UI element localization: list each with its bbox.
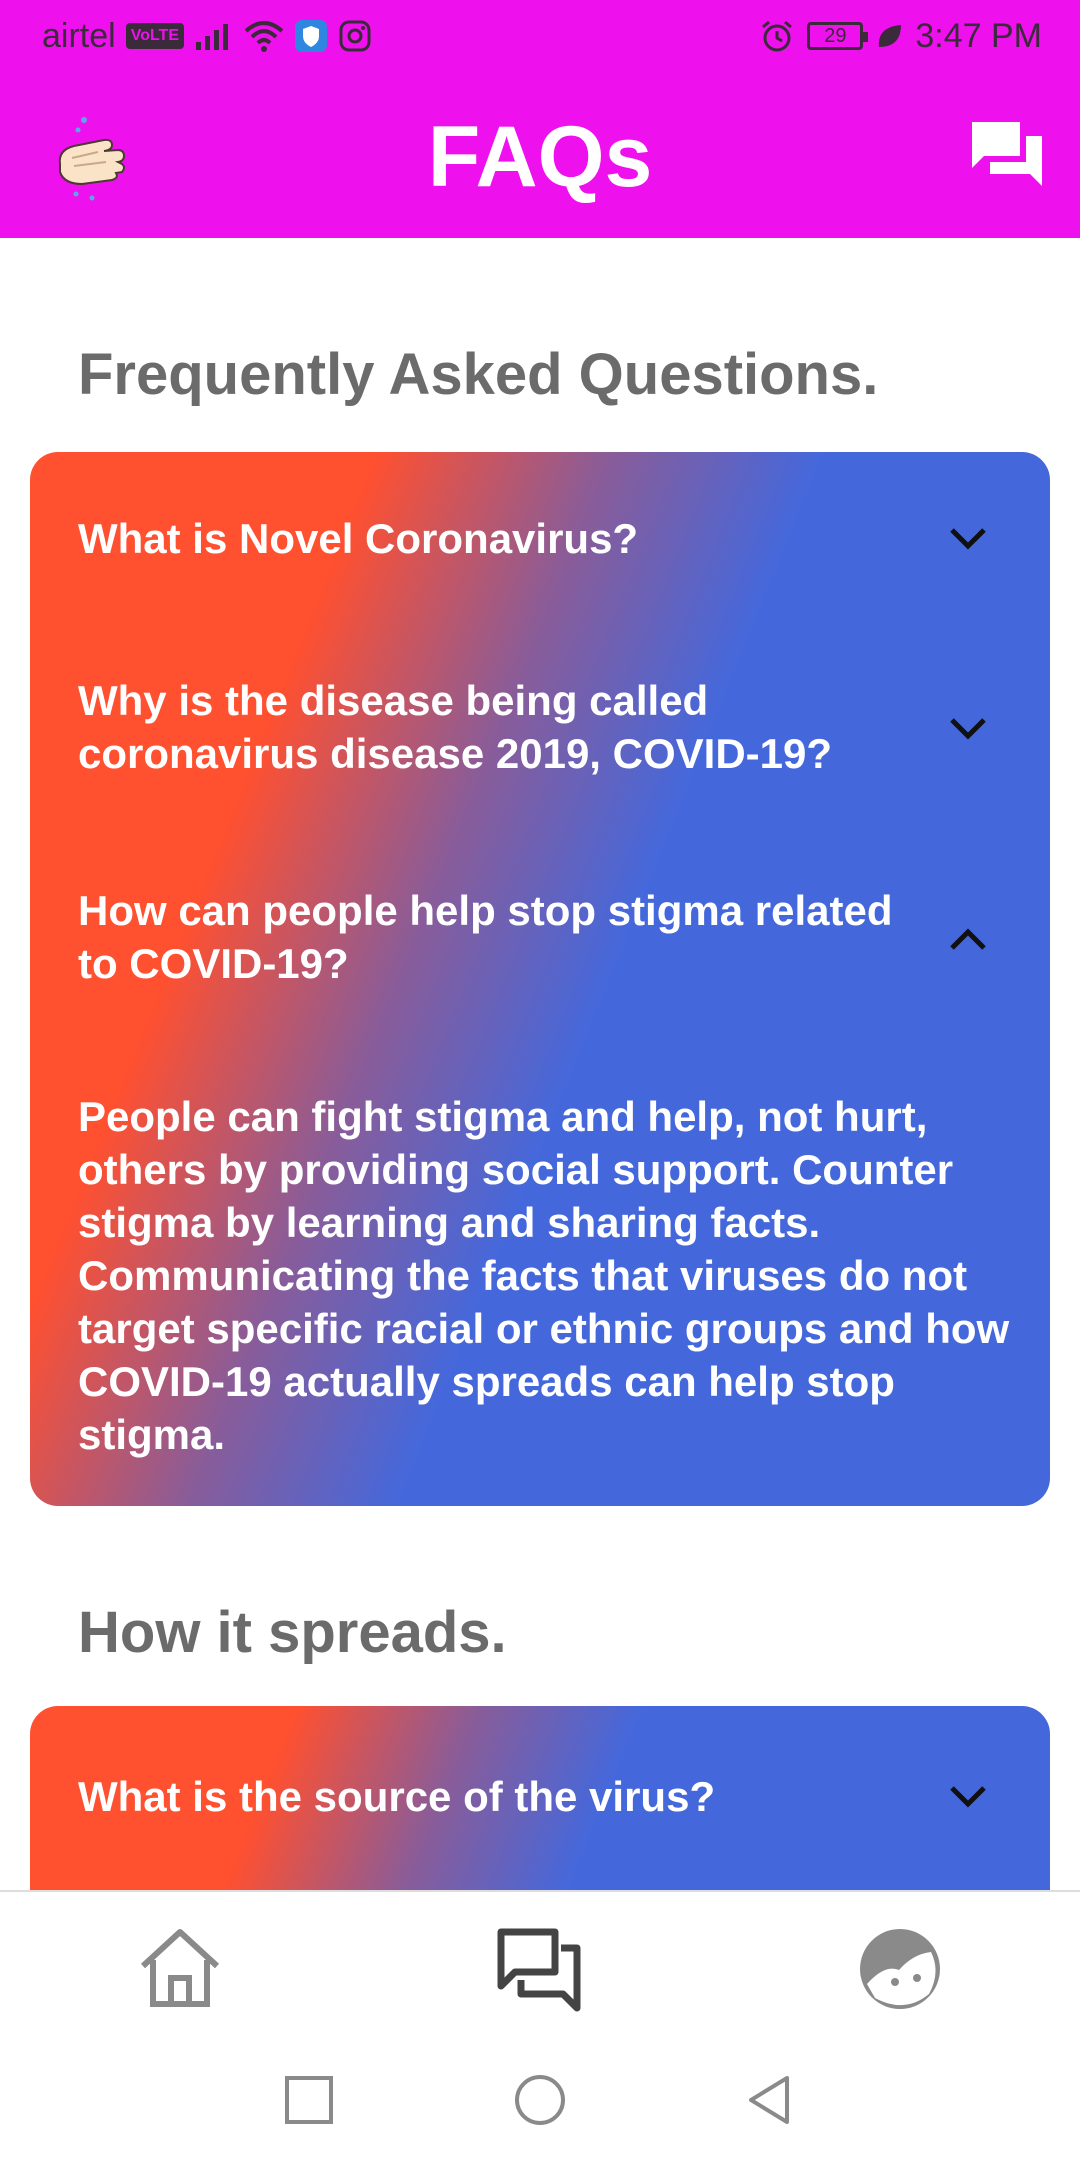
- chevron-up-icon[interactable]: [948, 926, 988, 952]
- status-bar: airtel VoLTE 29 3:47 PM: [0, 0, 1080, 74]
- profile-face-icon[interactable]: [855, 1924, 945, 2014]
- faq-content[interactable]: Frequently Asked Questions. What is Nove…: [0, 238, 1080, 1894]
- alarm-icon: [762, 20, 793, 52]
- chevron-down-icon[interactable]: [948, 716, 988, 742]
- faq-question[interactable]: Why is the disease being called coronavi…: [78, 674, 908, 780]
- page-title: FAQs: [427, 109, 653, 205]
- wifi-icon: [244, 21, 284, 52]
- chat-icon[interactable]: [970, 120, 1046, 188]
- status-bar-left: airtel VoLTE: [42, 16, 372, 56]
- battery-level: 29: [824, 24, 847, 47]
- faq-card: What is Novel Coronavirus? Why is the di…: [30, 452, 1050, 1506]
- status-bar-right: 29 3:47 PM: [759, 16, 1042, 56]
- section-title-spreads: How it spreads.: [78, 1600, 507, 1665]
- chevron-down-icon[interactable]: [948, 1784, 988, 1810]
- back-icon[interactable]: [743, 2072, 799, 2128]
- signal-icon: [196, 24, 228, 50]
- chat-icon[interactable]: [495, 1924, 585, 2014]
- home-button-icon[interactable]: [512, 2072, 568, 2128]
- leaf-icon: [879, 25, 902, 47]
- app-bar: FAQs: [0, 74, 1080, 238]
- system-navigation-bar: [0, 2040, 1080, 2160]
- faq-question[interactable]: What is Novel Coronavirus?: [78, 512, 908, 565]
- clock: 3:47 PM: [915, 17, 1042, 55]
- faq-question[interactable]: What is the source of the virus?: [78, 1770, 908, 1823]
- faq-answer: People can fight stigma and help, not hu…: [78, 1093, 1010, 1458]
- faq-card: What is the source of the virus?: [30, 1706, 1050, 1894]
- instagram-icon: [339, 20, 371, 52]
- shield-icon: [295, 20, 327, 52]
- home-icon[interactable]: [135, 1924, 225, 2014]
- battery-icon: 29: [807, 22, 869, 50]
- section-title-faq: Frequently Asked Questions.: [78, 342, 879, 407]
- faq-question[interactable]: How can people help stop stigma related …: [78, 884, 908, 990]
- carrier-name: airtel: [42, 17, 116, 55]
- recent-apps-icon[interactable]: [281, 2072, 337, 2128]
- chevron-down-icon[interactable]: [948, 526, 988, 552]
- bottom-navigation: [0, 1890, 1080, 2040]
- volte-badge: VoLTE: [125, 23, 184, 49]
